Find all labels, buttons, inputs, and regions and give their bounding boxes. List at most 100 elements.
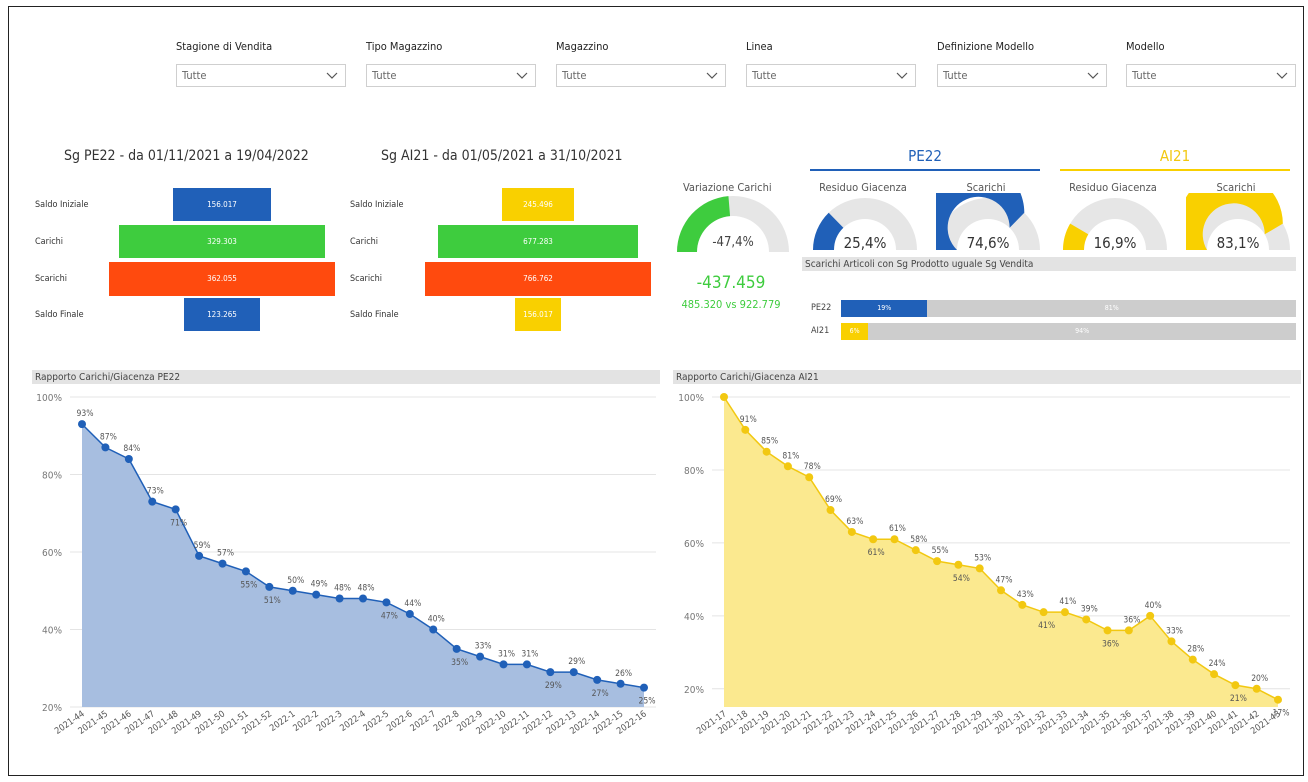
data-point bbox=[241, 567, 250, 576]
data-point bbox=[195, 551, 204, 560]
x-tick-label: 2022-1 bbox=[268, 709, 297, 734]
slicer-value: Tutte bbox=[562, 69, 587, 82]
data-point bbox=[476, 652, 485, 661]
data-point bbox=[1103, 626, 1112, 635]
slicer-label: Tipo Magazzino bbox=[366, 40, 443, 53]
ai21-funnel-bar: 156.017 bbox=[515, 298, 561, 331]
data-label: 53% bbox=[974, 553, 991, 563]
data-point bbox=[869, 535, 878, 544]
area-fill bbox=[82, 424, 644, 707]
ai21-row-label: Saldo Finale bbox=[350, 310, 399, 320]
stacked-bar-rest: 81% bbox=[927, 300, 1296, 317]
y-tick-label: 60% bbox=[684, 539, 704, 550]
data-label: 49% bbox=[311, 580, 328, 590]
gauge-value: 25,4% bbox=[844, 234, 887, 252]
data-label: 73% bbox=[147, 487, 164, 497]
slicer-5: Definizione Modello Tutte bbox=[937, 40, 1107, 87]
data-label: 41% bbox=[1059, 597, 1076, 607]
stacked-row-label: AI21 bbox=[811, 326, 830, 336]
chevron-down-icon bbox=[706, 72, 718, 79]
data-point bbox=[975, 564, 984, 573]
data-point bbox=[616, 679, 625, 688]
slicer-label: Modello bbox=[1126, 40, 1165, 53]
pe22-funnel-bar: 123.265 bbox=[183, 298, 261, 331]
data-label: 25% bbox=[639, 697, 656, 707]
slicer-3: Magazzino Tutte bbox=[556, 40, 726, 87]
data-point bbox=[522, 660, 531, 669]
slicer-label: Definizione Modello bbox=[937, 40, 1034, 53]
data-label: 85% bbox=[761, 437, 778, 447]
pe22-funnel-bar: 156.017 bbox=[173, 188, 271, 221]
data-point bbox=[890, 535, 899, 544]
data-label: 31% bbox=[521, 649, 538, 659]
slicer-dropdown[interactable]: Tutte bbox=[746, 64, 916, 87]
data-point bbox=[1039, 608, 1048, 617]
data-point bbox=[78, 420, 86, 429]
pe22-row-label: Saldo Iniziale bbox=[35, 200, 89, 210]
ai21-funnel-bar: 677.283 bbox=[438, 225, 638, 258]
pe22-row-label: Scarichi bbox=[35, 274, 67, 284]
pe22-section-title: PE22 bbox=[908, 147, 942, 165]
x-tick-label: 2022-2 bbox=[292, 709, 321, 734]
variazione-gauge: -47,4% bbox=[677, 196, 789, 252]
gauge-value: 16,9% bbox=[1094, 234, 1137, 252]
data-point bbox=[546, 668, 555, 677]
data-point bbox=[288, 586, 297, 595]
data-point bbox=[847, 527, 856, 536]
data-point bbox=[640, 683, 648, 692]
x-tick-label: 2022-7 bbox=[409, 709, 438, 734]
x-tick-label: 2022-6 bbox=[385, 709, 414, 734]
data-point bbox=[1252, 684, 1261, 693]
slicer-label: Magazzino bbox=[556, 40, 609, 53]
data-label: 29% bbox=[568, 657, 585, 667]
slicer-dropdown[interactable]: Tutte bbox=[366, 64, 536, 87]
x-tick-label: 2022-4 bbox=[338, 709, 367, 734]
data-point bbox=[148, 497, 157, 506]
data-point bbox=[1146, 611, 1155, 620]
slicer-1: Stagione di Vendita Tutte bbox=[176, 40, 346, 87]
data-label: 47% bbox=[381, 611, 398, 621]
data-label: 84% bbox=[123, 444, 140, 454]
data-label: 26% bbox=[615, 669, 632, 679]
gauge-3: 16,9% bbox=[1063, 198, 1167, 252]
y-tick-label: 80% bbox=[684, 466, 704, 477]
data-label: 78% bbox=[804, 462, 821, 472]
data-label: 27% bbox=[592, 689, 609, 699]
data-label: 81% bbox=[782, 451, 799, 461]
data-label: 54% bbox=[953, 574, 970, 584]
stacked-row-label: PE22 bbox=[811, 303, 832, 313]
data-point bbox=[933, 557, 942, 566]
data-point bbox=[405, 610, 414, 618]
pe22-row-label: Saldo Finale bbox=[35, 310, 84, 320]
y-tick-label: 40% bbox=[42, 626, 62, 637]
slicer-dropdown[interactable]: Tutte bbox=[556, 64, 726, 87]
slicer-dropdown[interactable]: Tutte bbox=[1126, 64, 1296, 87]
data-label: 93% bbox=[77, 409, 94, 419]
data-label: 41% bbox=[1038, 621, 1055, 631]
data-point bbox=[997, 586, 1005, 595]
slicer-label: Stagione di Vendita bbox=[176, 40, 273, 53]
data-point bbox=[312, 590, 321, 599]
slicer-value: Tutte bbox=[372, 69, 397, 82]
data-label: 47% bbox=[996, 575, 1013, 585]
ai21-season-title: Sg AI21 - da 01/05/2021 a 31/10/2021 bbox=[381, 148, 623, 164]
data-point bbox=[382, 598, 391, 607]
slicer-6: Modello Tutte bbox=[1126, 40, 1296, 87]
data-label: 20% bbox=[1251, 674, 1268, 684]
data-label: 61% bbox=[889, 524, 906, 534]
slicer-dropdown[interactable]: Tutte bbox=[937, 64, 1107, 87]
data-point bbox=[1018, 600, 1027, 609]
ai21-funnel-bar: 766.762 bbox=[425, 262, 651, 296]
data-point bbox=[1188, 655, 1197, 664]
data-point bbox=[452, 644, 461, 653]
slicer-2: Tipo Magazzino Tutte bbox=[366, 40, 536, 87]
ai21-funnel-bar: 245.496 bbox=[501, 188, 575, 221]
x-tick-label: 2022-3 bbox=[315, 709, 344, 734]
data-label: 39% bbox=[1081, 604, 1098, 614]
x-tick-label: 2022-8 bbox=[432, 709, 461, 734]
data-label: 91% bbox=[740, 415, 757, 425]
slicer-dropdown[interactable]: Tutte bbox=[176, 64, 346, 87]
data-point bbox=[1167, 637, 1176, 646]
data-label: 36% bbox=[1102, 639, 1119, 649]
ai21-section-line bbox=[1060, 169, 1290, 171]
